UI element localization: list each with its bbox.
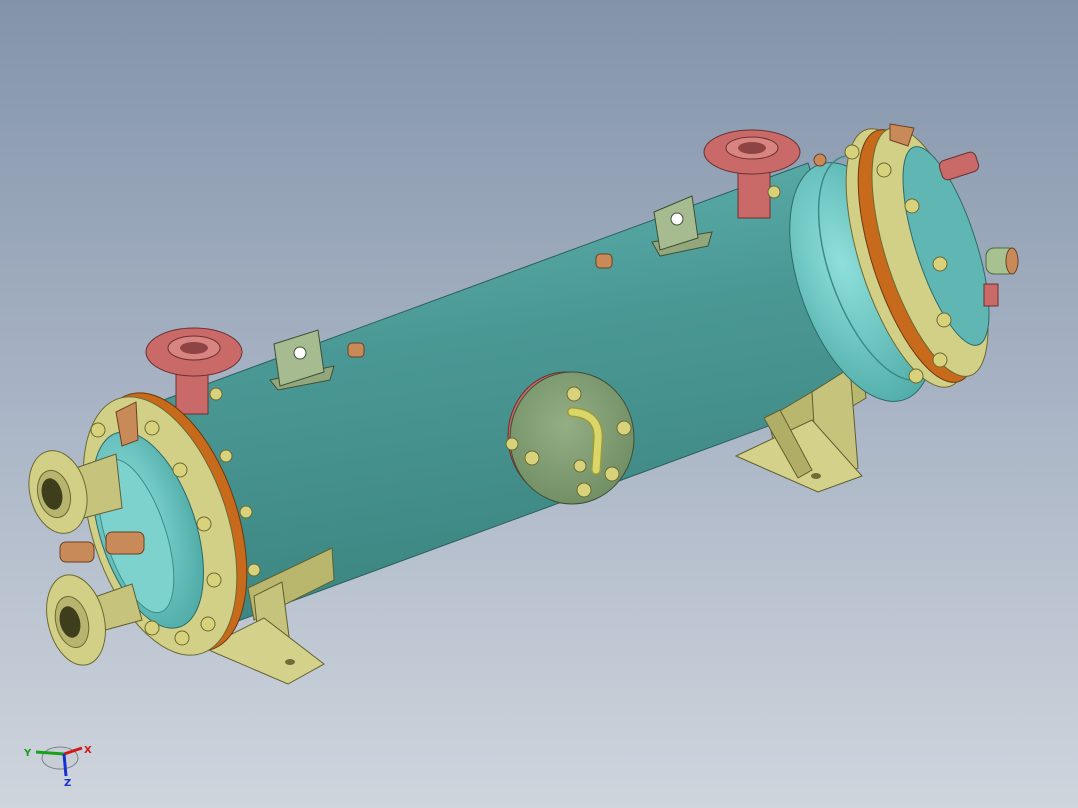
triad-y-label: Y	[23, 748, 32, 759]
triad-y-axis	[35, 750, 65, 756]
triad-z-axis	[62, 753, 68, 777]
orientation-triad[interactable]: X Y Z	[23, 745, 92, 789]
heat-exchanger-model[interactable]: X Y Z	[0, 0, 1078, 808]
cad-viewport[interactable]: X Y Z	[0, 0, 1078, 808]
triad-z-label: Z	[64, 778, 71, 789]
triad-x-label: X	[84, 745, 92, 756]
